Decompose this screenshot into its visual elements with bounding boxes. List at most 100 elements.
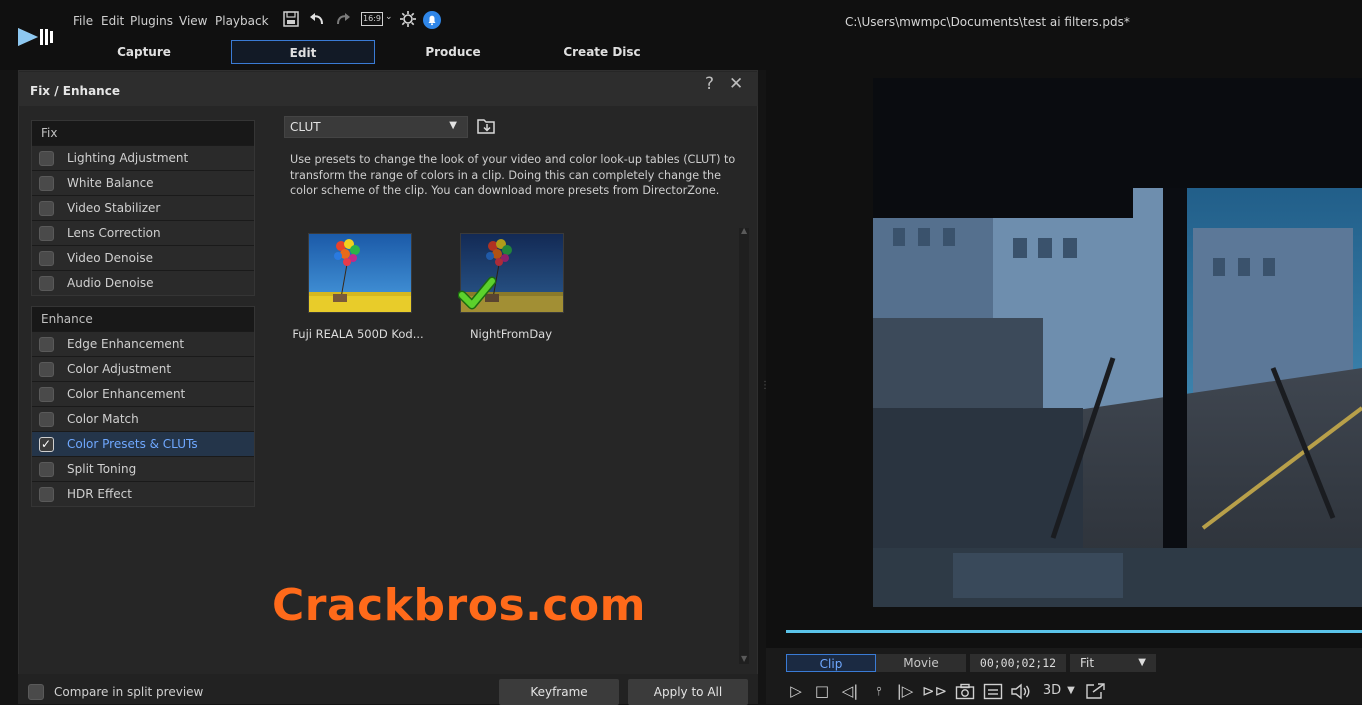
fix-item-video-denoise[interactable]: Video Denoise — [32, 245, 254, 270]
zoom-value: Fit — [1080, 656, 1095, 670]
3d-mode-button[interactable]: 3D — [1040, 680, 1064, 702]
preset-night-from-day[interactable]: NightFromDay — [458, 233, 564, 341]
import-preset-icon[interactable] — [476, 116, 496, 136]
fix-item-white-balance[interactable]: White Balance — [32, 170, 254, 195]
clut-dropdown-value: CLUT — [290, 120, 321, 134]
panel-resize-handle[interactable]: ⋮ — [760, 380, 770, 404]
snapshot-camera-icon[interactable] — [955, 683, 975, 700]
checkbox[interactable] — [39, 387, 54, 402]
enhance-item-color-match[interactable]: Color Match — [32, 406, 254, 431]
movie-mode-button[interactable]: Movie — [876, 654, 966, 672]
menu-edit[interactable]: Edit — [101, 14, 124, 28]
panel-header — [18, 72, 758, 106]
menu-file[interactable]: File — [73, 14, 93, 28]
checkbox[interactable] — [39, 412, 54, 427]
redo-icon[interactable] — [333, 10, 353, 28]
clip-mode-button[interactable]: Clip — [786, 654, 876, 672]
clut-description: Use presets to change the look of your v… — [290, 153, 736, 197]
enhance-item-label: Color Presets & CLUTs — [67, 437, 198, 451]
compare-split-checkbox[interactable] — [28, 684, 44, 700]
scroll-down-icon[interactable]: ▼ — [741, 654, 747, 663]
fix-item-audio-denoise[interactable]: Audio Denoise — [32, 270, 254, 295]
dropdown-arrow-icon: ▼ — [449, 120, 457, 131]
enhance-group-header: Enhance — [32, 307, 254, 331]
split-clip-icon[interactable]: ⫯ — [868, 680, 890, 702]
panel-title: Fix / Enhance — [30, 84, 120, 98]
preset-label: NightFromDay — [469, 327, 553, 341]
menu-plugins[interactable]: Plugins — [130, 14, 173, 28]
subtitle-icon[interactable] — [983, 683, 1003, 700]
enhance-item-color-adjustment[interactable]: Color Adjustment — [32, 356, 254, 381]
apply-to-all-button[interactable]: Apply to All — [628, 679, 748, 705]
volume-icon[interactable] — [1010, 683, 1032, 700]
fix-item-label: Video Stabilizer — [67, 201, 161, 215]
scroll-up-icon[interactable]: ▲ — [741, 226, 747, 235]
enhance-item-edge-enhancement[interactable]: Edge Enhancement — [32, 331, 254, 356]
aspect-ratio-icon[interactable]: 16:9 — [361, 12, 383, 26]
fix-item-label: Video Denoise — [67, 251, 153, 265]
enhance-item-label: Color Match — [67, 412, 139, 426]
tab-capture[interactable]: Capture — [70, 40, 218, 64]
checkbox[interactable] — [39, 362, 54, 377]
tab-produce[interactable]: Produce — [380, 40, 526, 64]
keyframe-button[interactable]: Keyframe — [499, 679, 619, 705]
preset-thumbnail — [308, 233, 412, 313]
stop-icon[interactable]: □ — [812, 680, 832, 702]
enhance-item-color-presets-cluts[interactable]: Color Presets & CLUTs — [32, 431, 254, 457]
checkbox[interactable] — [39, 201, 54, 216]
close-button[interactable]: ✕ — [729, 74, 743, 94]
settings-gear-icon[interactable] — [398, 10, 418, 28]
video-preview-frame — [873, 78, 1362, 607]
playback-progress-bar[interactable] — [786, 630, 1362, 633]
clut-category-dropdown[interactable]: CLUT ▼ — [284, 116, 468, 138]
enhance-list: Enhance Edge Enhancement Color Adjustmen… — [31, 306, 255, 507]
enhance-item-label: Color Adjustment — [67, 362, 172, 376]
enhance-item-split-toning[interactable]: Split Toning — [32, 456, 254, 481]
save-icon[interactable] — [281, 10, 301, 28]
undock-preview-icon[interactable] — [1085, 682, 1107, 700]
next-frame-icon[interactable]: |▷ — [894, 680, 916, 702]
chevron-down-icon[interactable]: ⌄ — [385, 12, 393, 22]
zoom-dropdown[interactable]: Fit ▼ — [1070, 654, 1156, 672]
enhance-item-label: HDR Effect — [67, 487, 132, 501]
previous-frame-icon[interactable]: ◁| — [839, 680, 861, 702]
undo-icon[interactable] — [307, 10, 327, 28]
chevron-down-icon[interactable]: ▼ — [1064, 680, 1078, 702]
fix-item-label: Lighting Adjustment — [67, 151, 189, 165]
fix-list: Fix Lighting Adjustment White Balance Vi… — [31, 120, 255, 296]
fix-item-label: Lens Correction — [67, 226, 161, 240]
fix-item-label: Audio Denoise — [67, 276, 154, 290]
tab-create-disc[interactable]: Create Disc — [528, 40, 676, 64]
notification-bell-icon[interactable] — [423, 11, 441, 29]
enhance-item-label: Edge Enhancement — [67, 337, 185, 351]
checkbox[interactable] — [39, 276, 54, 291]
play-icon[interactable]: ▷ — [786, 680, 806, 702]
enhance-item-color-enhancement[interactable]: Color Enhancement — [32, 381, 254, 406]
fix-item-lighting-adjustment[interactable]: Lighting Adjustment — [32, 145, 254, 170]
checkbox[interactable] — [39, 337, 54, 352]
project-file-path: C:\Users\mwmpc\Documents\test ai filters… — [845, 15, 1130, 29]
preset-fuji-reala[interactable]: Fuji REALA 500D Kod... — [292, 233, 424, 341]
checkbox-checked[interactable] — [39, 432, 54, 457]
tab-edit[interactable]: Edit — [231, 40, 375, 64]
timecode-field[interactable]: 00;00;02;12 — [970, 654, 1066, 672]
app-logo-icon — [18, 28, 53, 46]
help-button[interactable]: ? — [705, 74, 714, 94]
checkbox[interactable] — [39, 226, 54, 241]
fast-forward-icon[interactable]: ⊳⊳ — [922, 680, 947, 702]
menu-view[interactable]: View — [179, 14, 207, 28]
preset-label: Fuji REALA 500D Kod... — [292, 327, 424, 341]
checkbox[interactable] — [39, 487, 54, 502]
menu-playback[interactable]: Playback — [215, 14, 269, 28]
enhance-item-label: Color Enhancement — [67, 387, 186, 401]
watermark-text: Crackbros.com — [272, 580, 647, 631]
checkbox[interactable] — [39, 151, 54, 166]
fix-item-video-stabilizer[interactable]: Video Stabilizer — [32, 195, 254, 220]
checkbox[interactable] — [39, 251, 54, 266]
applied-checkmark-icon — [458, 276, 496, 310]
enhance-item-hdr-effect[interactable]: HDR Effect — [32, 481, 254, 506]
checkbox[interactable] — [39, 176, 54, 191]
presets-scrollbar[interactable] — [739, 228, 749, 664]
checkbox[interactable] — [39, 462, 54, 477]
fix-item-lens-correction[interactable]: Lens Correction — [32, 220, 254, 245]
